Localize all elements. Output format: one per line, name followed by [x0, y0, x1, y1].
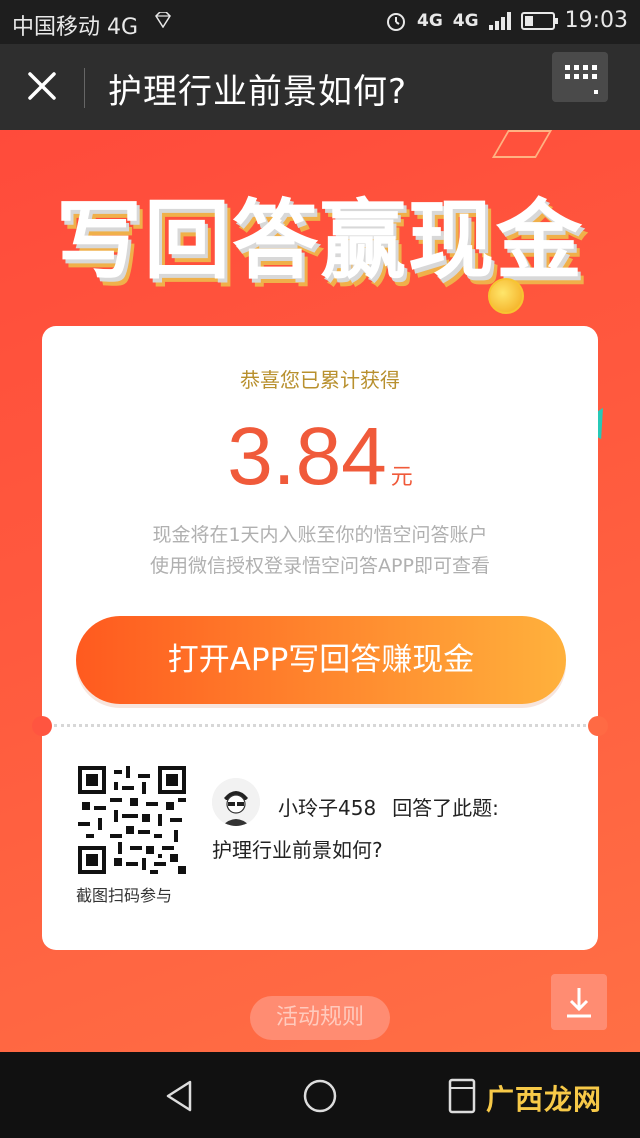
question-text: 护理行业前景如何? — [212, 838, 383, 862]
ticket-notch-left — [32, 716, 52, 736]
page-title: 护理行业前景如何? — [108, 72, 408, 112]
signal-bars-icon — [488, 11, 511, 30]
clock: 19:03 — [564, 8, 628, 33]
info-line-2: 使用微信授权登录悟空问答APP即可查看 — [150, 555, 490, 577]
network-type-2: 4G — [452, 10, 479, 31]
open-app-button[interactable]: 打开APP写回答赚现金 — [76, 616, 566, 704]
decoration-shape — [491, 130, 553, 158]
ticket-notch-right — [588, 716, 608, 736]
username: 小玲子458 — [278, 796, 377, 820]
amount-unit: 元 — [390, 465, 413, 490]
watermark-text: 广西龙网 — [485, 1083, 602, 1116]
reward-card: 恭喜您已累计获得 3.84 元 现金将在1天内入账至你的悟空问答账户 使用微信授权… — [32, 326, 608, 950]
close-icon[interactable] — [20, 64, 64, 108]
banner-title: 写回答赢现金 — [56, 191, 584, 291]
amount-value: 3.84 — [227, 411, 387, 502]
promo-page: 写回答赢现金 恭喜您已累计获得 3.84 元 现金将在1天内入账至你的悟空问答账户… — [0, 130, 640, 1052]
carrier-label: 中国移动 4G — [12, 15, 139, 40]
congrats-text: 恭喜您已累计获得 — [240, 368, 400, 392]
nav-divider — [84, 68, 85, 108]
coin-icon — [488, 278, 524, 314]
network-gem-icon — [155, 12, 171, 28]
answered-text: 回答了此题: — [392, 796, 499, 820]
info-text: 现金将在1天内入账至你的悟空问答账户 使用微信授权登录悟空问答APP即可查看 — [42, 520, 598, 582]
dotted-divider — [54, 724, 586, 727]
activity-rules-button[interactable]: 活动规则 — [250, 996, 390, 1040]
back-icon[interactable] — [160, 1076, 200, 1116]
home-icon[interactable] — [300, 1076, 340, 1116]
avatar — [212, 778, 260, 826]
download-icon[interactable] — [551, 974, 607, 1030]
battery-icon — [520, 11, 558, 30]
recent-apps-icon[interactable] — [442, 1076, 482, 1116]
qr-caption: 截图扫码参与 — [76, 886, 173, 905]
status-bar: 中国移动 4G 4G 4G 19:03 — [0, 0, 640, 44]
answer-user-line: 小玲子458 回答了此题: — [278, 792, 499, 821]
qr-code-icon — [78, 766, 186, 874]
nav-bar: 护理行业前景如何? — [0, 44, 640, 130]
system-nav-bar: 广西龙网 — [0, 1052, 640, 1138]
more-grid-icon[interactable] — [552, 52, 608, 102]
alarm-icon — [387, 12, 405, 31]
reward-amount: 3.84 元 — [42, 410, 598, 504]
info-line-1: 现金将在1天内入账至你的悟空问答账户 — [152, 524, 488, 546]
network-type-1: 4G — [417, 10, 443, 31]
